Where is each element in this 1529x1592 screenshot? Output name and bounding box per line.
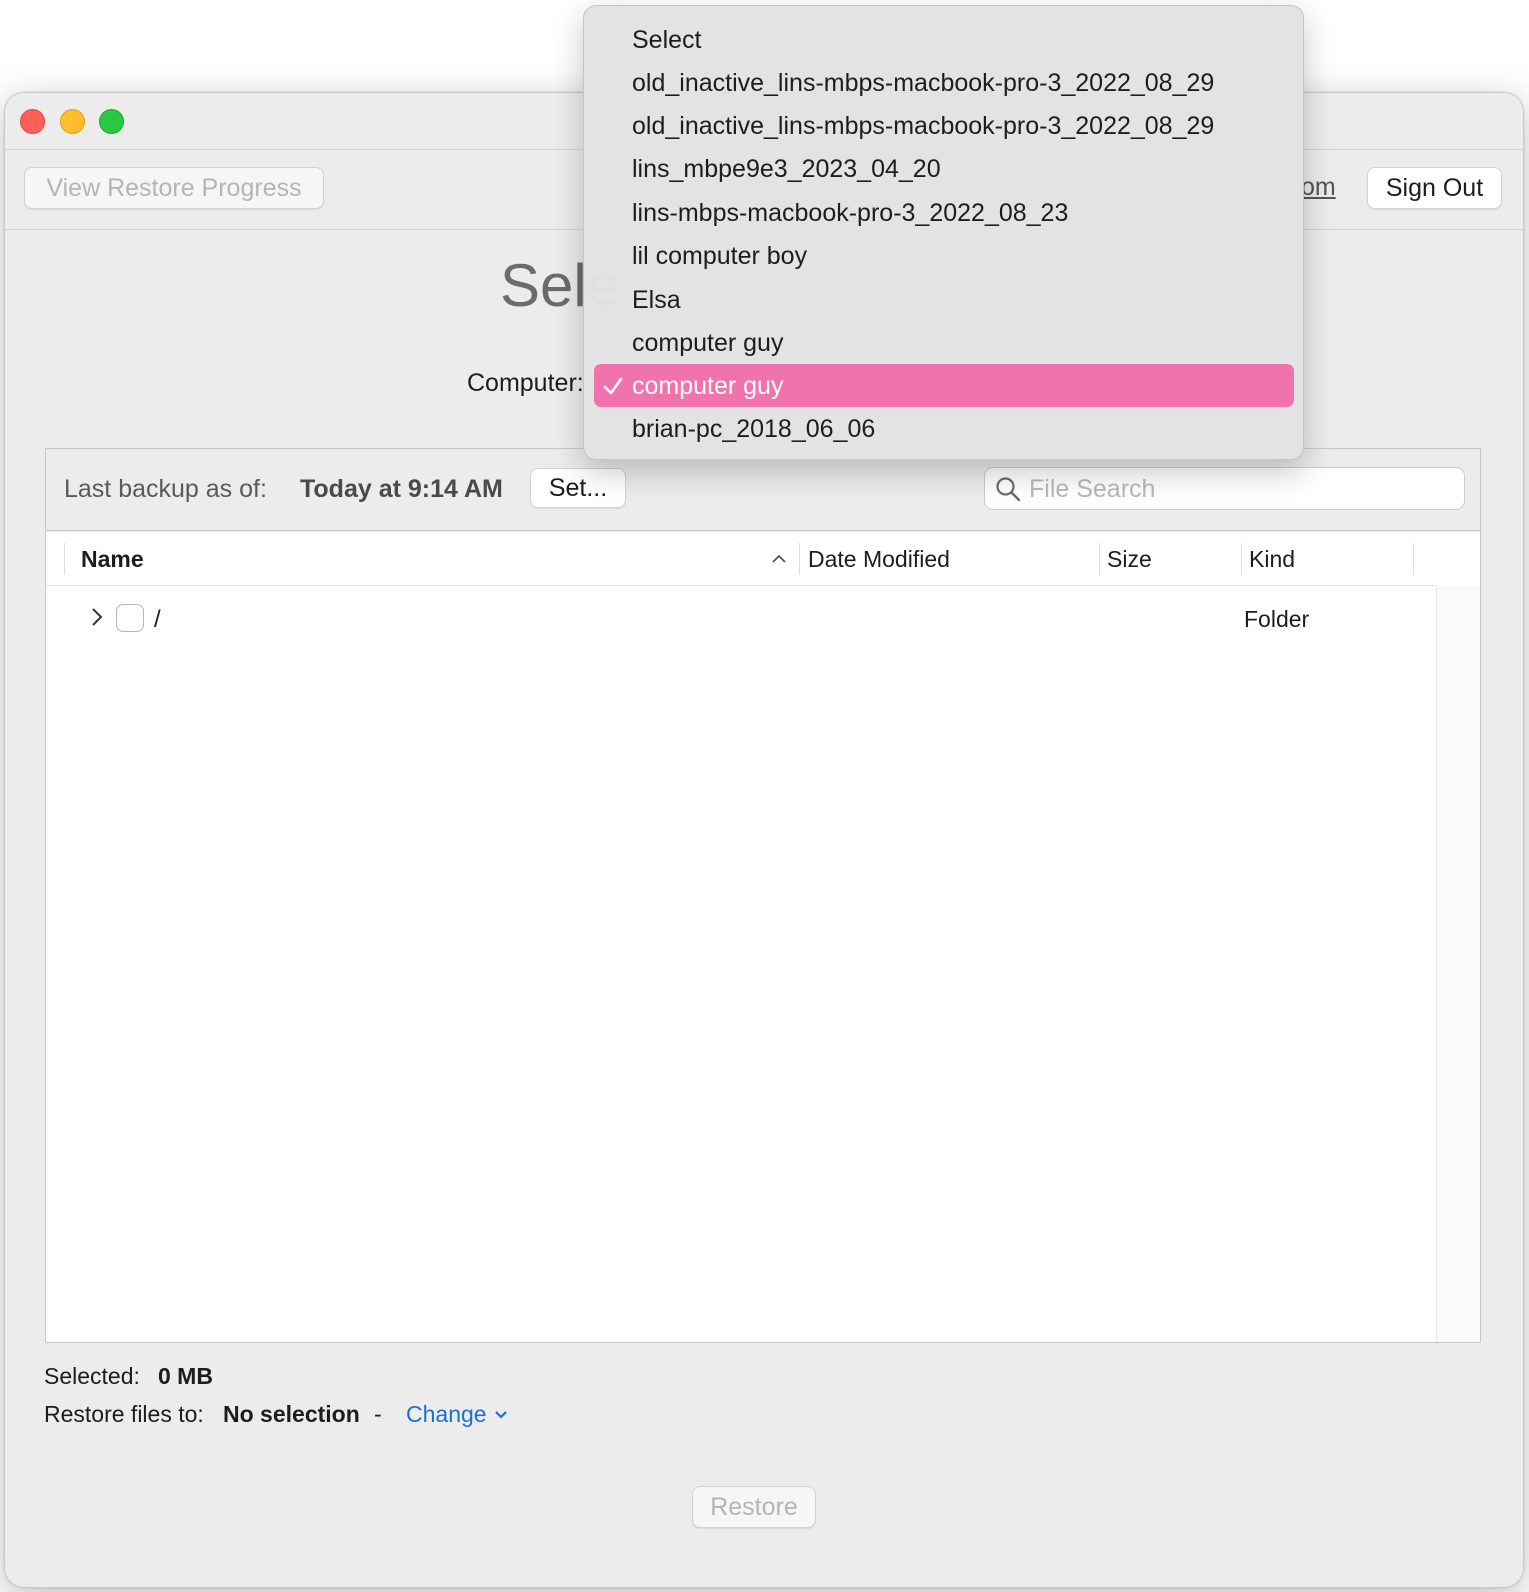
file-search-field[interactable]: [984, 467, 1465, 510]
column-separator[interactable]: [1099, 543, 1100, 575]
column-header-name[interactable]: Name: [81, 546, 144, 573]
computer-dropdown-menu: Select old_inactive_lins-mbps-macbook-pr…: [583, 5, 1304, 460]
menu-item-label: lins_mbpe9e3_2023_04_20: [632, 155, 941, 183]
menu-item-label: Select: [632, 26, 702, 54]
last-backup-value: Today at 9:14 AM: [300, 475, 503, 503]
restore-destination-label: Restore files to:: [44, 1401, 204, 1427]
menu-item-label: brian-pc_2018_06_06: [632, 415, 876, 443]
magnifier-icon: [996, 477, 1021, 502]
menu-item-computer[interactable]: computer guy: [594, 321, 1294, 364]
minimize-window-button[interactable]: [60, 109, 85, 134]
menu-item-label: lil computer boy: [632, 242, 808, 270]
sign-out-button[interactable]: Sign Out: [1367, 167, 1502, 209]
menu-item-computer[interactable]: Elsa: [594, 278, 1294, 321]
column-separator[interactable]: [1413, 543, 1414, 575]
menu-item-computer[interactable]: old_inactive_lins-mbps-macbook-pro-3_202…: [594, 61, 1294, 104]
column-separator[interactable]: [1241, 543, 1242, 575]
menu-item-computer-selected[interactable]: computer guy: [594, 364, 1294, 407]
sort-ascending-icon[interactable]: [770, 550, 788, 568]
restore-destination-value: No selection: [223, 1401, 360, 1427]
menu-item-label: old_inactive_lins-mbps-macbook-pro-3_202…: [632, 112, 1215, 140]
menu-item-label: computer guy: [632, 329, 784, 357]
column-header-date-modified[interactable]: Date Modified: [808, 546, 950, 573]
view-restore-progress-button[interactable]: View Restore Progress: [24, 167, 324, 209]
chevron-down-icon: [494, 1410, 507, 1419]
column-header-kind[interactable]: Kind: [1249, 546, 1295, 573]
selected-size-value: 0 MB: [158, 1363, 213, 1389]
change-destination-label: Change: [406, 1401, 487, 1427]
table-header: Name Date Modified Size Kind: [46, 532, 1436, 586]
row-checkbox[interactable]: [116, 604, 144, 632]
table-row[interactable]: / Folder: [46, 586, 1436, 648]
column-separator[interactable]: [799, 543, 800, 575]
menu-item-label: Elsa: [632, 286, 681, 314]
menu-item-computer[interactable]: brian-pc_2018_06_06: [594, 407, 1294, 450]
menu-item-label: old_inactive_lins-mbps-macbook-pro-3_202…: [632, 69, 1215, 97]
menu-item-computer[interactable]: lins_mbpe9e3_2023_04_20: [594, 147, 1294, 190]
column-separator: [64, 543, 65, 575]
backup-info-bar: Last backup as of: Today at 9:14 AM Set.…: [46, 449, 1480, 531]
selected-size-label: Selected:: [44, 1363, 140, 1389]
close-window-button[interactable]: [20, 109, 45, 134]
column-header-size[interactable]: Size: [1107, 546, 1152, 573]
backup-browser-panel: Last backup as of: Today at 9:14 AM Set.…: [45, 448, 1481, 1343]
row-name: /: [154, 606, 161, 633]
account-link[interactable]: om: [1301, 173, 1336, 202]
vertical-scrollbar[interactable]: [1436, 586, 1480, 1342]
menu-item-computer[interactable]: lins-mbps-macbook-pro-3_2022_08_23: [594, 191, 1294, 234]
file-table: Name Date Modified Size Kind / Folder: [46, 532, 1480, 1342]
file-search-input[interactable]: [1029, 473, 1449, 505]
chevron-right-icon[interactable]: [88, 605, 106, 629]
zoom-window-button[interactable]: [99, 109, 124, 134]
checkmark-icon: [603, 377, 623, 395]
row-kind: Folder: [1244, 606, 1310, 632]
menu-item-select[interactable]: Select: [594, 18, 1294, 61]
menu-item-label: computer guy: [632, 372, 784, 400]
separator-dash: -: [374, 1401, 382, 1427]
set-backup-date-button[interactable]: Set...: [530, 468, 626, 508]
menu-item-computer[interactable]: old_inactive_lins-mbps-macbook-pro-3_202…: [594, 104, 1294, 147]
menu-item-computer[interactable]: lil computer boy: [594, 234, 1294, 277]
restore-button[interactable]: Restore: [692, 1486, 816, 1528]
change-destination-link[interactable]: Change: [406, 1401, 509, 1428]
computer-label: Computer:: [467, 369, 584, 397]
menu-item-label: lins-mbps-macbook-pro-3_2022_08_23: [632, 199, 1069, 227]
last-backup-label: Last backup as of:: [64, 475, 267, 503]
